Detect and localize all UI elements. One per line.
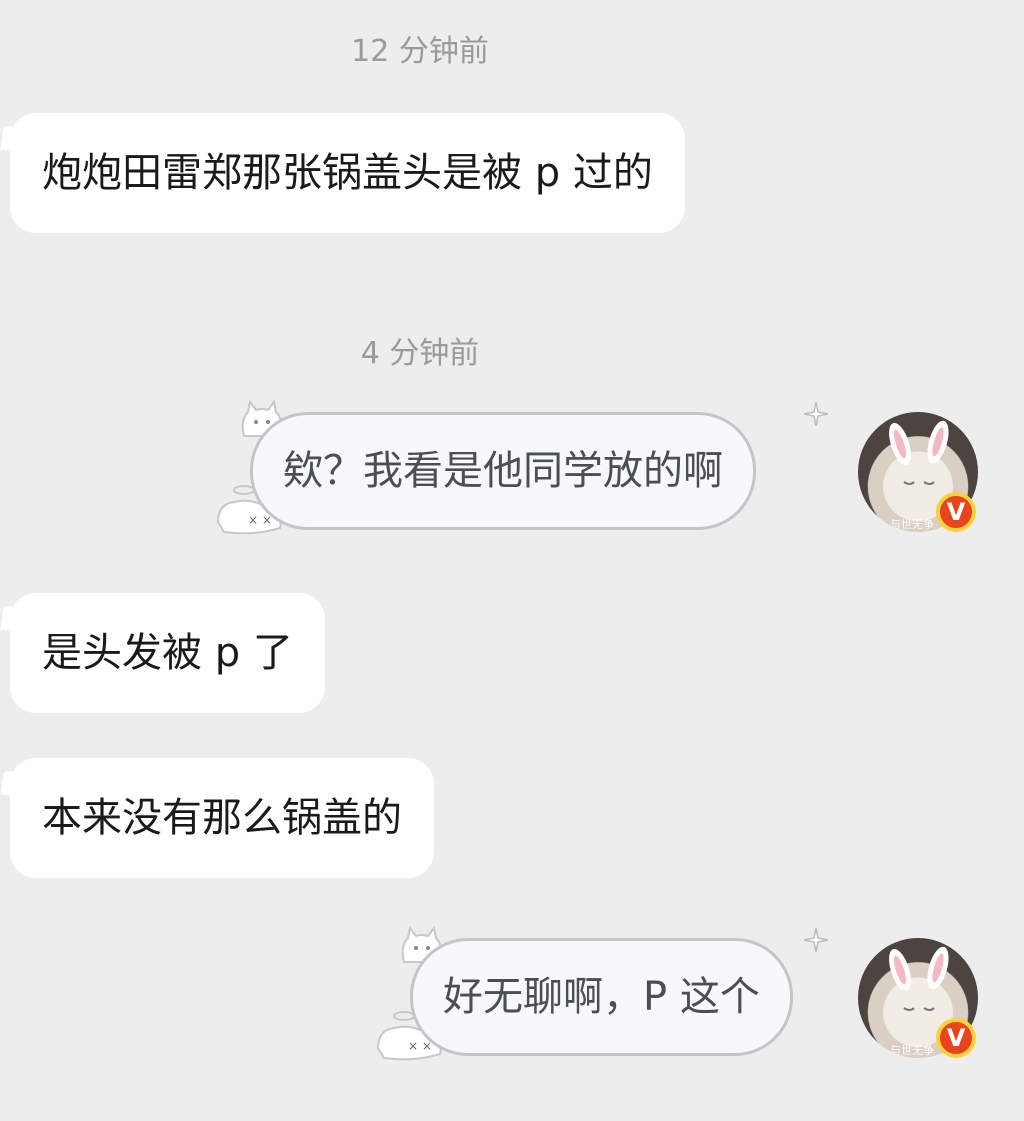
avatar-watermark: 与世无争 <box>890 1043 934 1057</box>
message-text: 好无聊啊，P 这个 <box>443 974 760 1020</box>
sparkle-icon <box>804 928 828 952</box>
incoming-message-bubble[interactable]: 是头发被 p 了 <box>10 593 325 713</box>
timestamp: 4 分钟前 <box>360 336 480 371</box>
message-text: 本来没有那么锅盖的 <box>42 795 402 841</box>
message-text: 是头发被 p 了 <box>42 630 293 676</box>
message-text: 炮炮田雷郑那张锅盖头是被 p 过的 <box>42 150 653 196</box>
outgoing-message-bubble[interactable]: 好无聊啊，P 这个 <box>410 938 793 1056</box>
verified-badge-icon: V <box>936 492 976 532</box>
outgoing-message-bubble[interactable]: 欸？我看是他同学放的啊 <box>250 412 756 530</box>
incoming-message-bubble[interactable]: 本来没有那么锅盖的 <box>10 758 434 878</box>
avatar-watermark: 与世无争 <box>890 517 934 531</box>
verified-badge-icon: V <box>936 1018 976 1058</box>
timestamp: 12 分钟前 <box>351 34 489 69</box>
message-text: 欸？我看是他同学放的啊 <box>283 448 723 494</box>
sparkle-icon <box>804 402 828 426</box>
incoming-message-bubble[interactable]: 炮炮田雷郑那张锅盖头是被 p 过的 <box>10 113 685 233</box>
